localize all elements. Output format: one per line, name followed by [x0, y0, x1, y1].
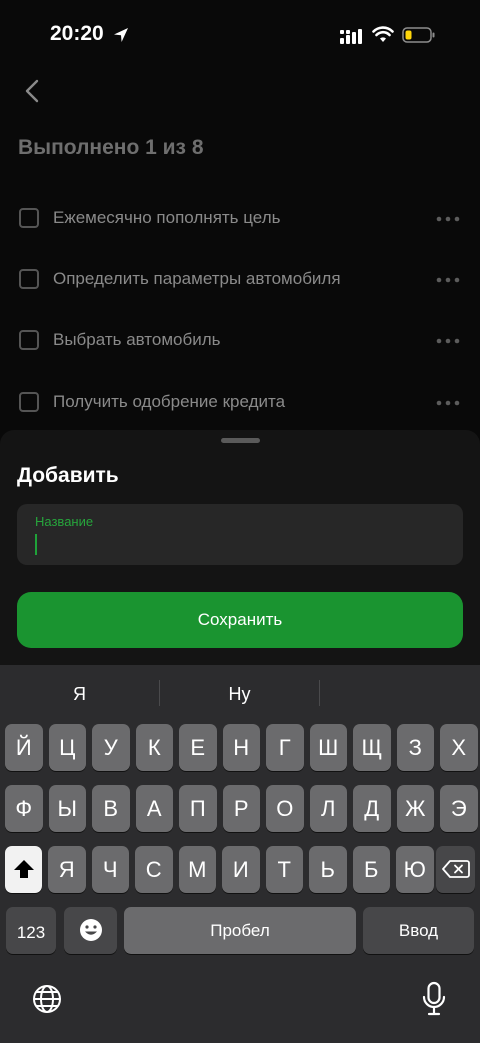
backspace-icon — [441, 860, 470, 878]
wifi-icon — [372, 26, 394, 42]
letter-key[interactable]: Н — [222, 724, 260, 771]
task-checkbox[interactable] — [19, 392, 39, 412]
task-checkbox[interactable] — [19, 208, 39, 228]
key-numbers-label: 123 — [16, 923, 46, 942]
letter-key[interactable]: М — [178, 846, 216, 893]
more-options-icon[interactable] — [436, 338, 460, 344]
letter-key[interactable]: С — [135, 846, 173, 893]
key-return[interactable]: Ввод — [363, 907, 474, 954]
letter-key[interactable]: Р — [222, 785, 260, 832]
key-shift[interactable] — [5, 846, 42, 893]
task-label: Получить одобрение кредита — [53, 392, 286, 411]
name-input[interactable]: Название — [17, 504, 463, 565]
letter-key[interactable]: Ч — [91, 846, 129, 893]
letter-key[interactable]: У — [92, 724, 130, 771]
letter-key[interactable]: Ю — [396, 846, 434, 893]
letter-key[interactable]: Ь — [309, 846, 347, 893]
letter-key[interactable]: Ш — [309, 724, 347, 771]
sheet-grabber[interactable] — [221, 438, 260, 443]
status-time: 20:20 — [50, 22, 104, 45]
task-checkbox[interactable] — [19, 269, 39, 289]
letter-key[interactable]: Ц — [48, 724, 86, 771]
letter-key[interactable]: Я — [48, 846, 86, 893]
key-emoji[interactable] — [64, 907, 117, 954]
letter-key[interactable]: Б — [352, 846, 390, 893]
suggestion-item[interactable] — [320, 665, 480, 721]
status-bar: 20:20 — [0, 0, 480, 70]
sheet-title: Добавить — [17, 464, 119, 487]
letter-key[interactable]: А — [135, 785, 173, 832]
suggestion-item[interactable]: Я — [0, 665, 159, 721]
key-space[interactable]: Пробел — [124, 907, 356, 954]
key-backspace[interactable] — [436, 846, 475, 893]
save-button[interactable]: Сохранить — [17, 592, 463, 648]
back-button[interactable] — [18, 76, 48, 106]
key-numbers[interactable]: 123 — [6, 907, 56, 954]
task-item: Выбрать автомобиль — [0, 322, 480, 362]
add-item-sheet: Добавить Название Сохранить — [0, 430, 480, 670]
task-checkbox[interactable] — [19, 330, 39, 350]
letter-key[interactable]: Т — [265, 846, 303, 893]
suggestion-bar: Я Ну — [0, 665, 480, 721]
letter-key[interactable]: Л — [309, 785, 347, 832]
letter-key[interactable]: О — [266, 785, 304, 832]
letter-key[interactable]: Ф — [5, 785, 43, 832]
letter-key[interactable]: В — [92, 785, 130, 832]
globe-icon[interactable] — [31, 983, 63, 1015]
letter-key[interactable]: Д — [353, 785, 391, 832]
cellular-signal-icon — [340, 29, 362, 44]
task-item: Получить одобрение кредита — [0, 384, 480, 424]
task-item: Ежемесячно пополнять цель — [0, 200, 480, 240]
letter-key[interactable]: П — [179, 785, 217, 832]
progress-title: Выполнено 1 из 8 — [18, 136, 204, 159]
letter-key[interactable]: Щ — [353, 724, 391, 771]
task-label: Определить параметры автомобиля — [53, 269, 341, 288]
letter-key[interactable]: Э — [440, 785, 478, 832]
keyboard: Я Ну ЙЦУКЕНГШЩЗХФЫВАПРОЛДЖЭЯЧСМИТЬБЮ 123… — [0, 665, 480, 1043]
more-options-icon[interactable] — [436, 277, 460, 283]
more-options-icon[interactable] — [436, 216, 460, 222]
letter-key[interactable]: Ы — [48, 785, 86, 832]
task-label: Ежемесячно пополнять цель — [53, 208, 281, 227]
letter-key[interactable]: К — [135, 724, 173, 771]
letter-key[interactable]: З — [396, 724, 434, 771]
letter-key[interactable]: Ж — [396, 785, 434, 832]
more-options-icon[interactable] — [436, 400, 460, 406]
letter-key[interactable]: Е — [179, 724, 217, 771]
suggestion-item[interactable]: Ну — [160, 665, 319, 721]
letter-key[interactable]: Й — [5, 724, 43, 771]
task-label: Выбрать автомобиль — [53, 330, 221, 349]
task-item: Определить параметры автомобиля — [0, 261, 480, 301]
battery-low-icon — [402, 27, 435, 43]
emoji-icon — [79, 919, 102, 941]
microphone-icon[interactable] — [421, 981, 447, 1017]
letter-key[interactable]: И — [222, 846, 260, 893]
text-caret — [35, 534, 37, 555]
name-field-label: Название — [35, 514, 94, 529]
letter-key[interactable]: Г — [266, 724, 304, 771]
letter-key[interactable]: Х — [440, 724, 478, 771]
shift-arrow-icon — [13, 860, 34, 878]
location-arrow-icon — [114, 28, 128, 42]
chevron-left-icon — [25, 79, 39, 103]
